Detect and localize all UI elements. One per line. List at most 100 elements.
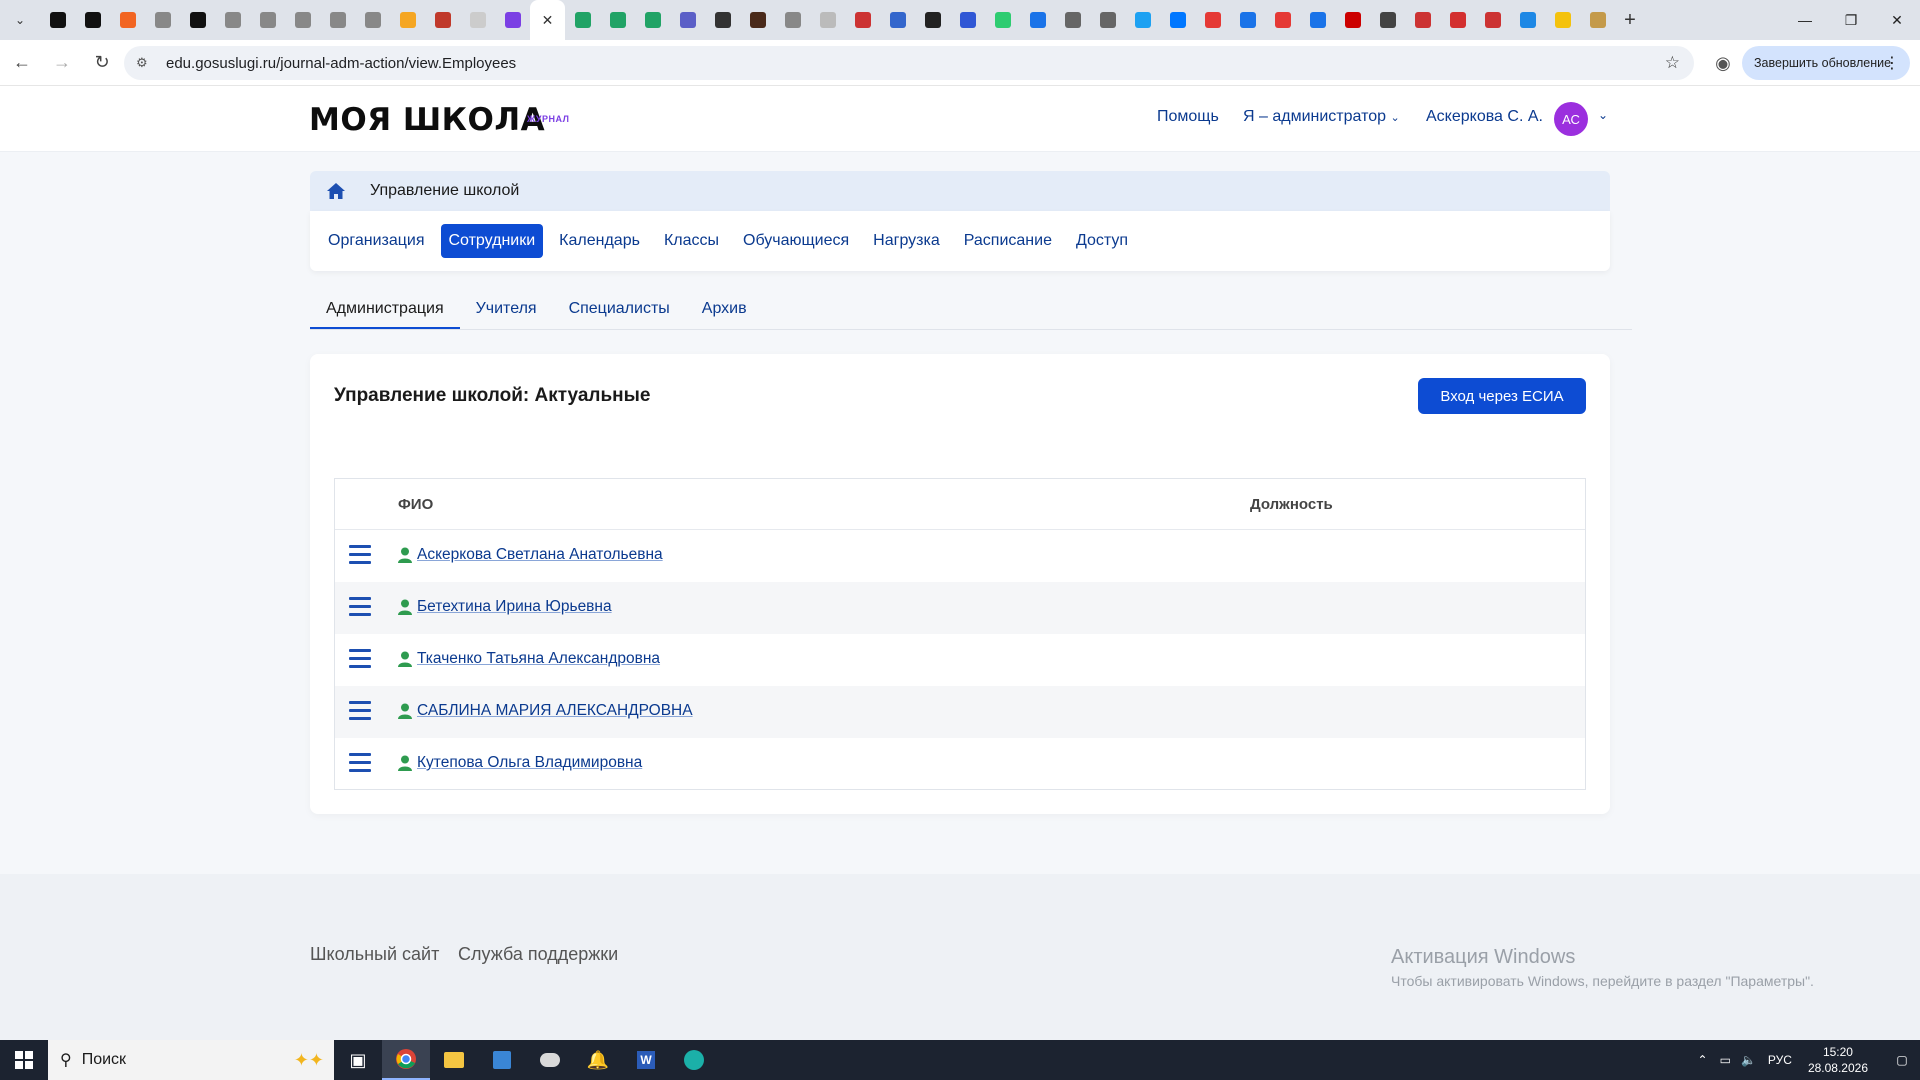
- browser-tab[interactable]: [670, 0, 705, 40]
- browser-tab[interactable]: [1440, 0, 1475, 40]
- breadcrumb-item[interactable]: Управление школой: [370, 182, 519, 200]
- back-arrow-icon[interactable]: ←: [4, 45, 40, 81]
- role-selector[interactable]: Я – администратор ⌄: [1243, 108, 1400, 126]
- nav-item[interactable]: Расписание: [956, 224, 1060, 258]
- browser-tab[interactable]: [950, 0, 985, 40]
- browser-tab[interactable]: [1300, 0, 1335, 40]
- nav-item[interactable]: Календарь: [551, 224, 648, 258]
- browser-tab[interactable]: [110, 0, 145, 40]
- network-icon[interactable]: ▭: [1720, 1053, 1731, 1067]
- close-window-icon[interactable]: ✕: [1874, 0, 1920, 40]
- avatar[interactable]: АС: [1554, 102, 1588, 136]
- browser-tab[interactable]: [1160, 0, 1195, 40]
- minimize-icon[interactable]: —: [1782, 0, 1828, 40]
- nav-item[interactable]: Обучающиеся: [735, 224, 857, 258]
- browser-tab[interactable]: [845, 0, 880, 40]
- tab-search-chevron-icon[interactable]: ⌄: [8, 8, 32, 32]
- subtab[interactable]: Архив: [686, 290, 763, 329]
- user-menu-chevron-icon[interactable]: ⌄: [1598, 108, 1608, 122]
- nav-item[interactable]: Классы: [656, 224, 727, 258]
- support-link[interactable]: Служба поддержки: [458, 944, 618, 965]
- row-menu-icon[interactable]: [349, 649, 371, 669]
- active-tab[interactable]: ✕: [530, 0, 565, 40]
- subtab[interactable]: Специалисты: [553, 290, 686, 329]
- bell-icon[interactable]: 🔔: [574, 1040, 622, 1080]
- forward-arrow-icon[interactable]: →: [44, 45, 80, 81]
- store-icon[interactable]: [478, 1040, 526, 1080]
- browser-tab[interactable]: [180, 0, 215, 40]
- browser-tab[interactable]: [565, 0, 600, 40]
- browser-tab[interactable]: [1335, 0, 1370, 40]
- browser-tab[interactable]: [880, 0, 915, 40]
- nav-item[interactable]: Организация: [320, 224, 433, 258]
- nav-item[interactable]: Доступ: [1068, 224, 1136, 258]
- site-info-icon[interactable]: ⚙: [136, 55, 154, 71]
- browser-tab[interactable]: [985, 0, 1020, 40]
- task-view-icon[interactable]: ▣: [334, 1040, 382, 1080]
- notifications-icon[interactable]: ▢: [1884, 1053, 1920, 1067]
- browser-tab[interactable]: [1090, 0, 1125, 40]
- clock[interactable]: 15:20 28.08.2026: [1808, 1044, 1868, 1076]
- new-tab-button[interactable]: +: [1615, 9, 1645, 32]
- employee-name-link[interactable]: Бетехтина Ирина Юрьевна: [417, 598, 612, 616]
- browser-tab[interactable]: [1230, 0, 1265, 40]
- tray-chevron-icon[interactable]: ⌃: [1698, 1053, 1708, 1067]
- browser-tab[interactable]: [775, 0, 810, 40]
- esia-login-button[interactable]: Вход через ЕСИА: [1418, 378, 1586, 414]
- browser-tab[interactable]: [1475, 0, 1510, 40]
- browser-tab[interactable]: [40, 0, 75, 40]
- subtab[interactable]: Учителя: [460, 290, 553, 329]
- browser-tab[interactable]: [1370, 0, 1405, 40]
- chrome-icon[interactable]: [382, 1040, 430, 1080]
- bookmark-star-icon[interactable]: ☆: [1665, 53, 1680, 73]
- profile-icon[interactable]: ◉: [1708, 48, 1738, 78]
- home-icon[interactable]: [326, 181, 346, 201]
- app-icon[interactable]: [526, 1040, 574, 1080]
- row-menu-icon[interactable]: [349, 545, 371, 565]
- browser-tab[interactable]: [250, 0, 285, 40]
- browser-tab[interactable]: [810, 0, 845, 40]
- browser-tab[interactable]: [1125, 0, 1160, 40]
- taskbar-search[interactable]: ⚲ Поиск ✦✦: [48, 1040, 334, 1080]
- more-menu-icon[interactable]: ⋮: [1884, 53, 1900, 73]
- browser-tab[interactable]: [75, 0, 110, 40]
- windows-start-icon[interactable]: [0, 1040, 48, 1080]
- finish-update-button[interactable]: Завершить обновление ⋮: [1742, 46, 1910, 80]
- language-indicator[interactable]: РУС: [1768, 1053, 1792, 1067]
- browser-tab[interactable]: [635, 0, 670, 40]
- close-tab-icon[interactable]: ✕: [542, 12, 554, 29]
- employee-name-link[interactable]: САБЛИНА МАРИЯ АЛЕКСАНДРОВНА: [417, 702, 693, 720]
- school-site-link[interactable]: Школьный сайт: [310, 944, 439, 965]
- browser-tab[interactable]: [600, 0, 635, 40]
- site-logo[interactable]: МОЯ ШКОЛА: [309, 102, 545, 138]
- volume-icon[interactable]: 🔈: [1741, 1053, 1756, 1067]
- browser-tab[interactable]: [1510, 0, 1545, 40]
- nav-item[interactable]: Сотрудники: [440, 224, 544, 258]
- employee-name-link[interactable]: Кутепова Ольга Владимировна: [417, 754, 642, 772]
- column-header-position[interactable]: Должность: [1250, 496, 1333, 513]
- browser-tab[interactable]: [460, 0, 495, 40]
- row-menu-icon[interactable]: [349, 701, 371, 721]
- file-explorer-icon[interactable]: [430, 1040, 478, 1080]
- browser-tab[interactable]: [1195, 0, 1230, 40]
- browser-tab[interactable]: [740, 0, 775, 40]
- reload-icon[interactable]: ↻: [84, 45, 120, 81]
- help-link[interactable]: Помощь: [1157, 108, 1219, 126]
- address-bar[interactable]: ⚙ edu.gosuslugi.ru/journal-adm-action/vi…: [124, 46, 1694, 80]
- browser-tab[interactable]: [1265, 0, 1300, 40]
- browser-tab[interactable]: [1545, 0, 1580, 40]
- browser-tab[interactable]: [285, 0, 320, 40]
- employee-name-link[interactable]: Аскеркова Светлана Анатольевна: [417, 546, 663, 564]
- nav-item[interactable]: Нагрузка: [865, 224, 948, 258]
- subtab[interactable]: Администрация: [310, 290, 460, 329]
- row-menu-icon[interactable]: [349, 753, 371, 773]
- browser-tab[interactable]: [1580, 0, 1615, 40]
- browser-tab[interactable]: [145, 0, 180, 40]
- column-header-name[interactable]: ФИО: [398, 496, 433, 513]
- restore-icon[interactable]: ❐: [1828, 0, 1874, 40]
- browser-tab[interactable]: [1055, 0, 1090, 40]
- row-menu-icon[interactable]: [349, 597, 371, 617]
- browser-tab[interactable]: [355, 0, 390, 40]
- browser-tab[interactable]: [215, 0, 250, 40]
- browser-tab[interactable]: [915, 0, 950, 40]
